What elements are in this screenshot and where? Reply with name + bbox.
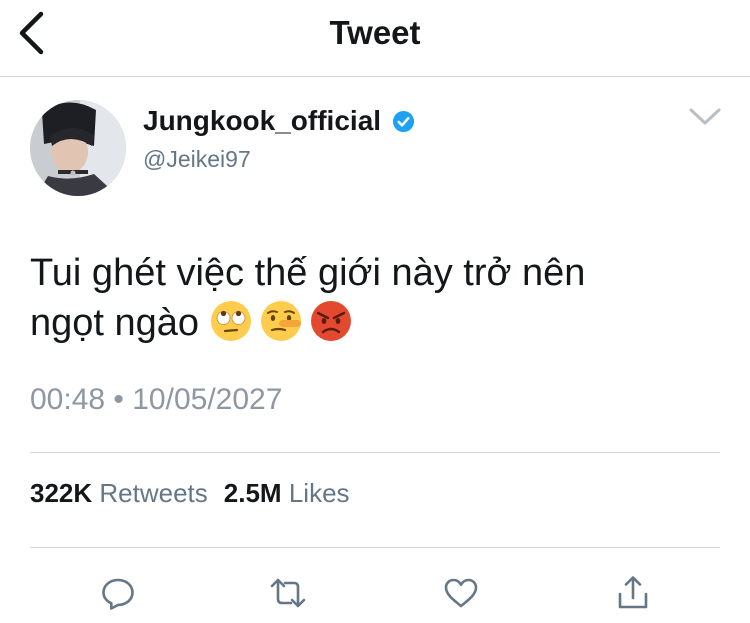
likes-count: 2.5M [223, 478, 282, 508]
tweet-menu-button[interactable] [686, 104, 724, 130]
chevron-down-icon [689, 108, 721, 125]
like-button[interactable] [441, 573, 481, 613]
author-handle[interactable]: @Jeikei97 [143, 146, 251, 173]
retweets-count: 322K [30, 478, 93, 508]
share-icon [618, 576, 648, 609]
lying-face-emoji-icon [261, 301, 302, 341]
likes-label: Likes [288, 478, 350, 508]
share-button[interactable] [613, 573, 653, 613]
retweets-label: Retweets [99, 478, 208, 508]
retweet-icon [270, 578, 306, 608]
verified-badge-icon [392, 110, 415, 133]
reply-icon [102, 578, 134, 610]
divider [30, 547, 720, 548]
avatar[interactable] [30, 100, 126, 196]
page-title: Tweet [329, 14, 421, 51]
retweet-button[interactable] [268, 573, 308, 613]
divider [30, 452, 720, 453]
tweet-text-line-2: ngọt ngào [30, 298, 730, 348]
retweets-stat[interactable]: 322K Retweets [30, 478, 208, 508]
likes-stat[interactable]: 2.5M Likes [224, 478, 350, 508]
tweet-stats: 322K Retweets 2.5M Likes [30, 478, 350, 509]
tweet-text-line-1: Tui ghét việc thế giới này trở nên [30, 252, 586, 294]
tweet-text-line-2-text: ngọt ngào [30, 302, 200, 344]
author-display-name[interactable]: Jungkook_official [143, 105, 381, 137]
rolling-eyes-emoji-icon [211, 301, 252, 341]
tweet-timestamp: 00:48 • 10/05/2027 [30, 383, 283, 416]
pouting-face-emoji-icon [311, 301, 352, 341]
top-bar: Tweet [0, 0, 750, 77]
heart-icon [444, 578, 478, 608]
tweet-text: Tui ghét việc thế giới này trở nên ngọt … [30, 248, 730, 348]
reply-button[interactable] [98, 573, 138, 613]
